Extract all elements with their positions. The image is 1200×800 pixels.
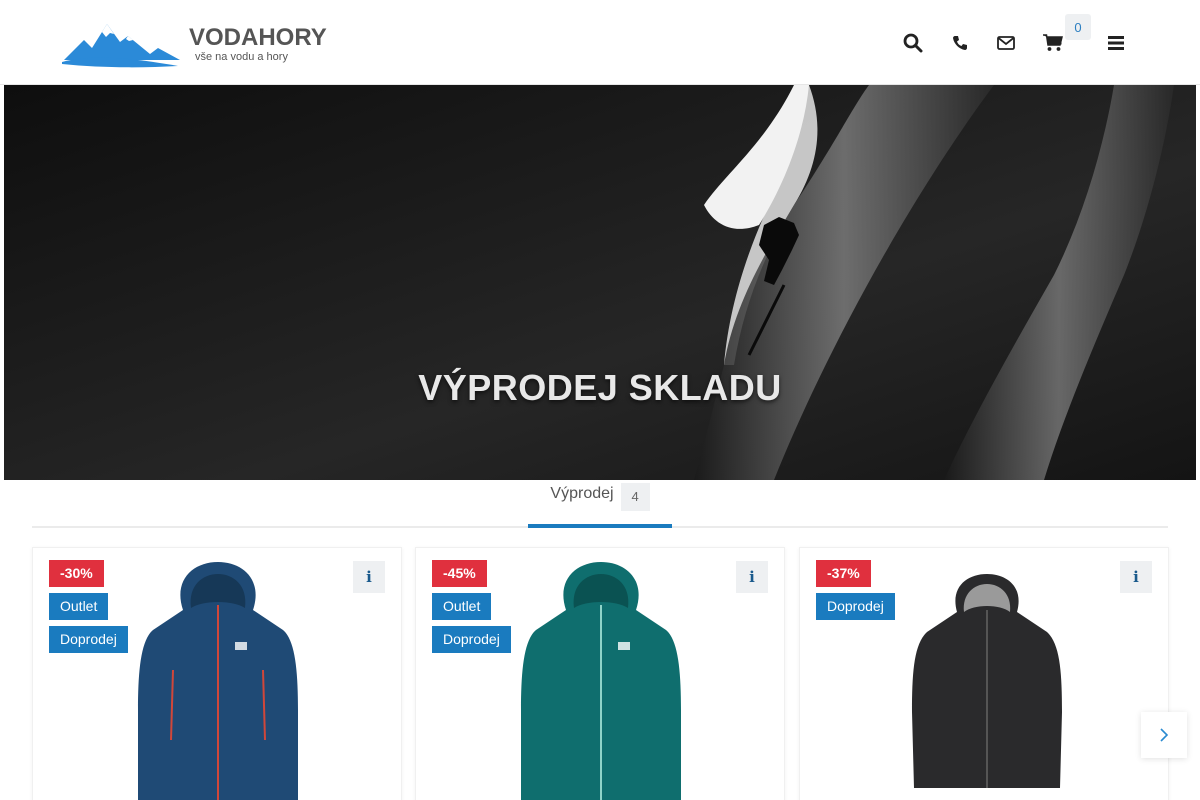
product-card[interactable]: -30% Outlet Doprodej i <box>32 547 402 800</box>
email-button[interactable] <box>993 30 1019 56</box>
info-icon: i <box>1133 568 1139 586</box>
hero-banner[interactable]: VÝPRODEJ SKLADU <box>4 85 1196 480</box>
info-icon: i <box>366 568 372 586</box>
tab-label: Výprodej <box>550 485 614 502</box>
jacket-image <box>912 574 1062 788</box>
info-button[interactable]: i <box>1120 561 1152 593</box>
info-button[interactable]: i <box>353 561 385 593</box>
tab-vyprodej[interactable]: Výprodej 4 <box>528 480 672 528</box>
info-button[interactable]: i <box>736 561 768 593</box>
jacket-image <box>138 562 298 800</box>
outlet-badge: Outlet <box>49 593 109 620</box>
outlet-badge: Outlet <box>432 593 492 620</box>
search-button[interactable] <box>900 30 926 56</box>
chevron-right-icon <box>1160 728 1169 742</box>
discount-badge: -30% <box>49 560 104 587</box>
jacket-image <box>521 562 681 800</box>
product-card[interactable]: -45% Outlet Doprodej i <box>415 547 785 800</box>
doprodej-badge: Doprodej <box>816 593 895 620</box>
doprodej-badge: Doprodej <box>49 626 128 653</box>
info-icon: i <box>749 568 755 586</box>
search-icon <box>903 33 923 53</box>
cart-button[interactable] <box>1040 30 1066 56</box>
hero-title: VÝPRODEJ SKLADU <box>418 367 782 408</box>
tab-count-badge: 4 <box>620 483 650 511</box>
hero-background-image <box>4 85 1196 480</box>
product-tabs: Výprodej 4 <box>32 480 1168 528</box>
brand-tagline: vše na vodu a hory <box>195 51 288 63</box>
cart-count-badge: 0 <box>1065 14 1091 40</box>
cart-icon <box>1043 34 1063 51</box>
menu-button[interactable] <box>1103 30 1129 56</box>
brand-name: VODAHORY <box>189 24 327 51</box>
logo[interactable]: VODAHORY vše na vodu a hory <box>62 16 327 70</box>
envelope-icon <box>997 36 1015 50</box>
carousel-next-button[interactable] <box>1141 712 1187 758</box>
mountain-logo-icon <box>62 24 180 68</box>
menu-icon <box>1108 36 1124 50</box>
discount-badge: -45% <box>432 560 487 587</box>
doprodej-badge: Doprodej <box>432 626 511 653</box>
product-card[interactable]: -37% Doprodej i <box>799 547 1169 800</box>
phone-button[interactable] <box>947 30 973 56</box>
discount-badge: -37% <box>816 560 871 587</box>
site-header: VODAHORY vše na vodu a hory 0 <box>0 0 1200 85</box>
phone-icon <box>953 36 967 50</box>
